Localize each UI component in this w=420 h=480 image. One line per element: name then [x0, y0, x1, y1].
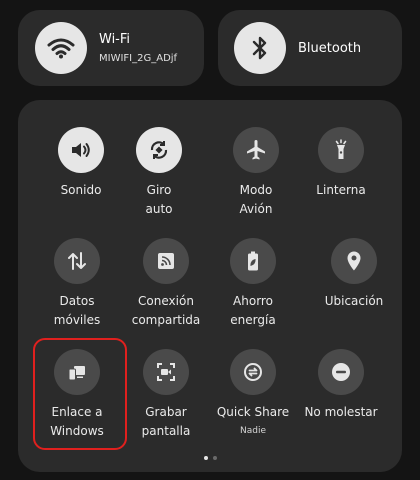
- mobile-data-icon: [54, 238, 100, 284]
- quick-share-icon: [230, 349, 276, 395]
- tile-label: Conexión compartida: [131, 294, 201, 327]
- wifi-icon: [35, 22, 87, 74]
- auto-rotate-icon: [136, 127, 182, 173]
- tile-do-not-disturb[interactable]: No molestar: [293, 349, 389, 422]
- tile-mobile-data[interactable]: Datos móviles: [29, 238, 125, 330]
- do-not-disturb-icon: [318, 349, 364, 395]
- tile-sublabel: Nadie: [240, 426, 266, 436]
- tile-auto-rotate[interactable]: Giro auto: [111, 127, 207, 219]
- tile-label: Datos móviles: [53, 294, 101, 327]
- bluetooth-title: Bluetooth: [298, 40, 362, 56]
- tile-label: Linterna: [316, 183, 366, 197]
- bluetooth-toggle[interactable]: Bluetooth: [218, 10, 402, 86]
- tile-label: Grabar pantalla: [141, 405, 191, 438]
- page-indicator[interactable]: [0, 456, 420, 460]
- highlight-outline: [33, 338, 127, 450]
- flashlight-icon: [318, 127, 364, 173]
- battery-saver-icon: [230, 238, 276, 284]
- page-dot-active: [203, 456, 208, 460]
- tile-screen-record[interactable]: Grabar pantalla: [118, 349, 214, 441]
- wifi-title: Wi-Fi: [99, 32, 131, 47]
- tile-location[interactable]: Ubicación: [306, 238, 402, 311]
- tile-label: Ubicación: [324, 294, 384, 308]
- tile-label: Modo Avión: [239, 183, 273, 216]
- tile-flashlight[interactable]: Linterna: [293, 127, 389, 200]
- tile-airplane-mode[interactable]: Modo Avión: [208, 127, 304, 219]
- tile-label: No molestar: [304, 405, 378, 419]
- wifi-toggle[interactable]: Wi-Fi MIWIFI_2G_ADjf: [18, 10, 204, 86]
- wifi-network-name: MIWIFI_2G_ADjf: [99, 53, 178, 64]
- page-dot: [212, 456, 217, 460]
- location-icon: [331, 238, 377, 284]
- tile-label: Giro auto: [145, 183, 173, 216]
- tile-battery-saver[interactable]: Ahorro energía: [205, 238, 301, 330]
- airplane-icon: [233, 127, 279, 173]
- tile-label: Ahorro energía: [230, 294, 276, 327]
- tile-hotspot[interactable]: Conexión compartida: [118, 238, 214, 330]
- tile-label: Quick Share: [216, 405, 290, 419]
- bluetooth-icon: [234, 22, 286, 74]
- tile-quick-share[interactable]: Quick Share Nadie: [205, 349, 301, 438]
- screen-record-icon: [143, 349, 189, 395]
- hotspot-icon: [143, 238, 189, 284]
- speaker-icon: [58, 127, 104, 173]
